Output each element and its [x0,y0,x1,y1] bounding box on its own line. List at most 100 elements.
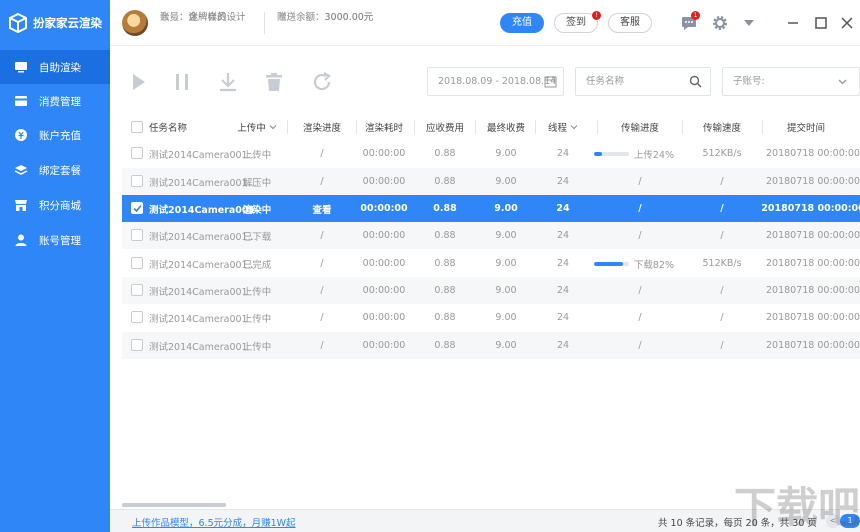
row-checkbox[interactable] [131,257,143,269]
promo-link[interactable]: 上传作品模型，6.5元分成，月赚1W起 [132,515,296,529]
cell-render-progress: / [320,285,324,296]
cell-task-name: 测试2014Camera001 [149,286,248,298]
cell-transfer-progress: 下载82% [594,250,674,277]
cell-transfer-speed: / [720,340,724,351]
gear-icon[interactable] [711,14,729,32]
cell-final-fee: 9.00 [495,230,517,241]
sidebar-item-recharge[interactable]: 账户充值 [0,118,110,152]
app-title: 扮家家云渲染 [33,16,102,30]
play-icon[interactable] [126,70,150,94]
search-icon[interactable] [689,75,702,88]
col-threads[interactable]: 线程 [536,114,590,140]
cell-render-progress[interactable]: 查看 [290,195,354,222]
cell-status: 渲染中 [242,204,272,216]
service-button[interactable]: 客服 [608,13,652,33]
cell-submit-time: 20180718 00:00:00 [765,285,860,296]
cell-final-fee: 9.00 [495,148,517,159]
member-label: 会员： [160,12,189,23]
signin-label: 签到 [566,17,586,28]
row-checkbox[interactable] [131,202,143,214]
row-checkbox[interactable] [131,229,143,241]
row-checkbox[interactable] [131,147,143,159]
sidebar-item-package[interactable]: 绑定套餐 [0,153,110,187]
cell-threads: 24 [556,148,570,159]
cell-transfer-speed: / [720,230,724,241]
cell-render-progress: / [320,312,324,323]
check-icon [133,204,142,213]
cell-render-time: 00:00:00 [362,176,406,187]
chevron-down-icon [838,79,847,85]
sidebar-item-account[interactable]: 账号管理 [0,223,110,257]
cell-render-progress: / [320,258,324,269]
column-divider [597,120,598,134]
task-name-placeholder: 任务名称 [586,76,625,87]
sidebar-item-label: 消费管理 [39,95,81,108]
sidebar-item-self-render[interactable]: 自助渲染 [0,50,110,84]
transfer-progress-bar [594,151,629,156]
col-status[interactable]: 上传中 [234,114,280,140]
cell-status: 已下载 [242,231,272,243]
member-value: 金牌会员 [188,12,227,23]
cell-fee: 0.88 [434,258,456,269]
sidebar-item-points-mall[interactable]: 积分商城 [0,188,110,222]
cell-status: 上传中 [242,149,272,161]
table-row[interactable]: 测试2014Camera001 渲染中 查看 00:00:00 0.88 9.00 24 / /… [122,195,860,222]
table-row[interactable]: 测试2014Camera001 上传中 / 00:00:00 0.88 9.00 24 / / 2… [122,332,860,359]
table-row[interactable]: 测试2014Camera001 上传中 / 00:00:00 0.88 9.00 24 / / 2… [122,277,860,304]
gift-balance-label: 赠送余额： [277,12,325,23]
monitor-icon [15,62,27,73]
cell-submit-time: 20180718 00:00:00 [765,176,860,187]
avatar[interactable] [122,10,148,36]
transfer-progress-fill [594,261,623,266]
cell-transfer-speed: / [720,203,724,214]
cell-transfer-progress: / [638,340,642,351]
recharge-button[interactable]: 充值 [500,13,544,33]
task-name-search[interactable]: 任务名称 [575,67,711,96]
table-row[interactable]: 测试2014Camera001 上传中 / 00:00:00 0.88 9.00 24 / / 2… [122,304,860,331]
dropdown-triangle-icon[interactable] [740,14,758,32]
table-row[interactable]: 测试2014Camera001... 已下载 / 00:00:00 0.88 9.00 24… [122,222,860,249]
cell-render-progress: / [320,176,324,187]
trash-icon[interactable] [262,70,286,94]
cell-status: 上传中 [242,286,272,298]
select-all-checkbox[interactable] [131,121,143,133]
sidebar-item-consumption[interactable]: 消费管理 [0,84,110,118]
sub-account-select[interactable]: 子账号: [722,67,860,96]
cell-task-name: 测试2014Camera001 [149,204,256,216]
table-row[interactable]: 测试2014Camera001... 解压中 / 00:00:00 0.88 9.00 24… [122,168,860,195]
cell-fee: 0.88 [434,148,456,159]
row-checkbox[interactable] [131,311,143,323]
pause-icon[interactable] [170,70,194,94]
cell-final-fee: 9.00 [495,258,517,269]
cell-render-time: 00:00:00 [362,148,406,159]
cell-transfer-speed: / [720,285,724,296]
cell-final-fee: 9.00 [495,340,517,351]
date-range-picker[interactable]: 2018.08.09 - 2018.08.14 [427,67,564,96]
sidebar-item-label: 自助渲染 [39,61,81,74]
coin-icon [15,129,27,141]
download-icon[interactable] [216,70,240,94]
table-row[interactable]: 测试2014Camera001... 已完成 / 00:00:00 0.88 9.00 24… [122,250,860,277]
table-row[interactable]: 测试2014Camera001... 上传中 / 00:00:00 0.88 9.00 24… [122,140,860,167]
col-render-time: 渲染耗时 [364,123,403,134]
table-header: 任务名称 上传中 渲染进度 渲染耗时 应收费用 最终收费 线程 传输进度 传输速… [122,114,860,140]
cell-task-name: 测试2014Camera001... [149,149,257,161]
close-icon[interactable] [838,14,856,32]
minimize-icon[interactable] [784,14,802,32]
cell-render-time: 00:00:00 [362,258,406,269]
col-final-fee: 最终收费 [486,123,525,134]
cell-transfer-progress: 上传24% [594,140,674,167]
row-checkbox[interactable] [131,284,143,296]
maximize-icon[interactable] [812,14,830,32]
col-status-label: 上传中 [237,123,266,134]
cell-task-name: 测试2014Camera001... [149,177,257,189]
row-checkbox[interactable] [131,175,143,187]
cell-fee: 0.88 [433,203,457,214]
row-checkbox[interactable] [131,339,143,351]
header-divider [264,12,265,34]
column-divider [762,120,763,134]
horizontal-scrollbar[interactable] [122,503,226,507]
transfer-progress-label: 上传24% [633,149,674,161]
cell-threads: 24 [556,203,570,214]
refresh-icon[interactable] [310,70,334,94]
